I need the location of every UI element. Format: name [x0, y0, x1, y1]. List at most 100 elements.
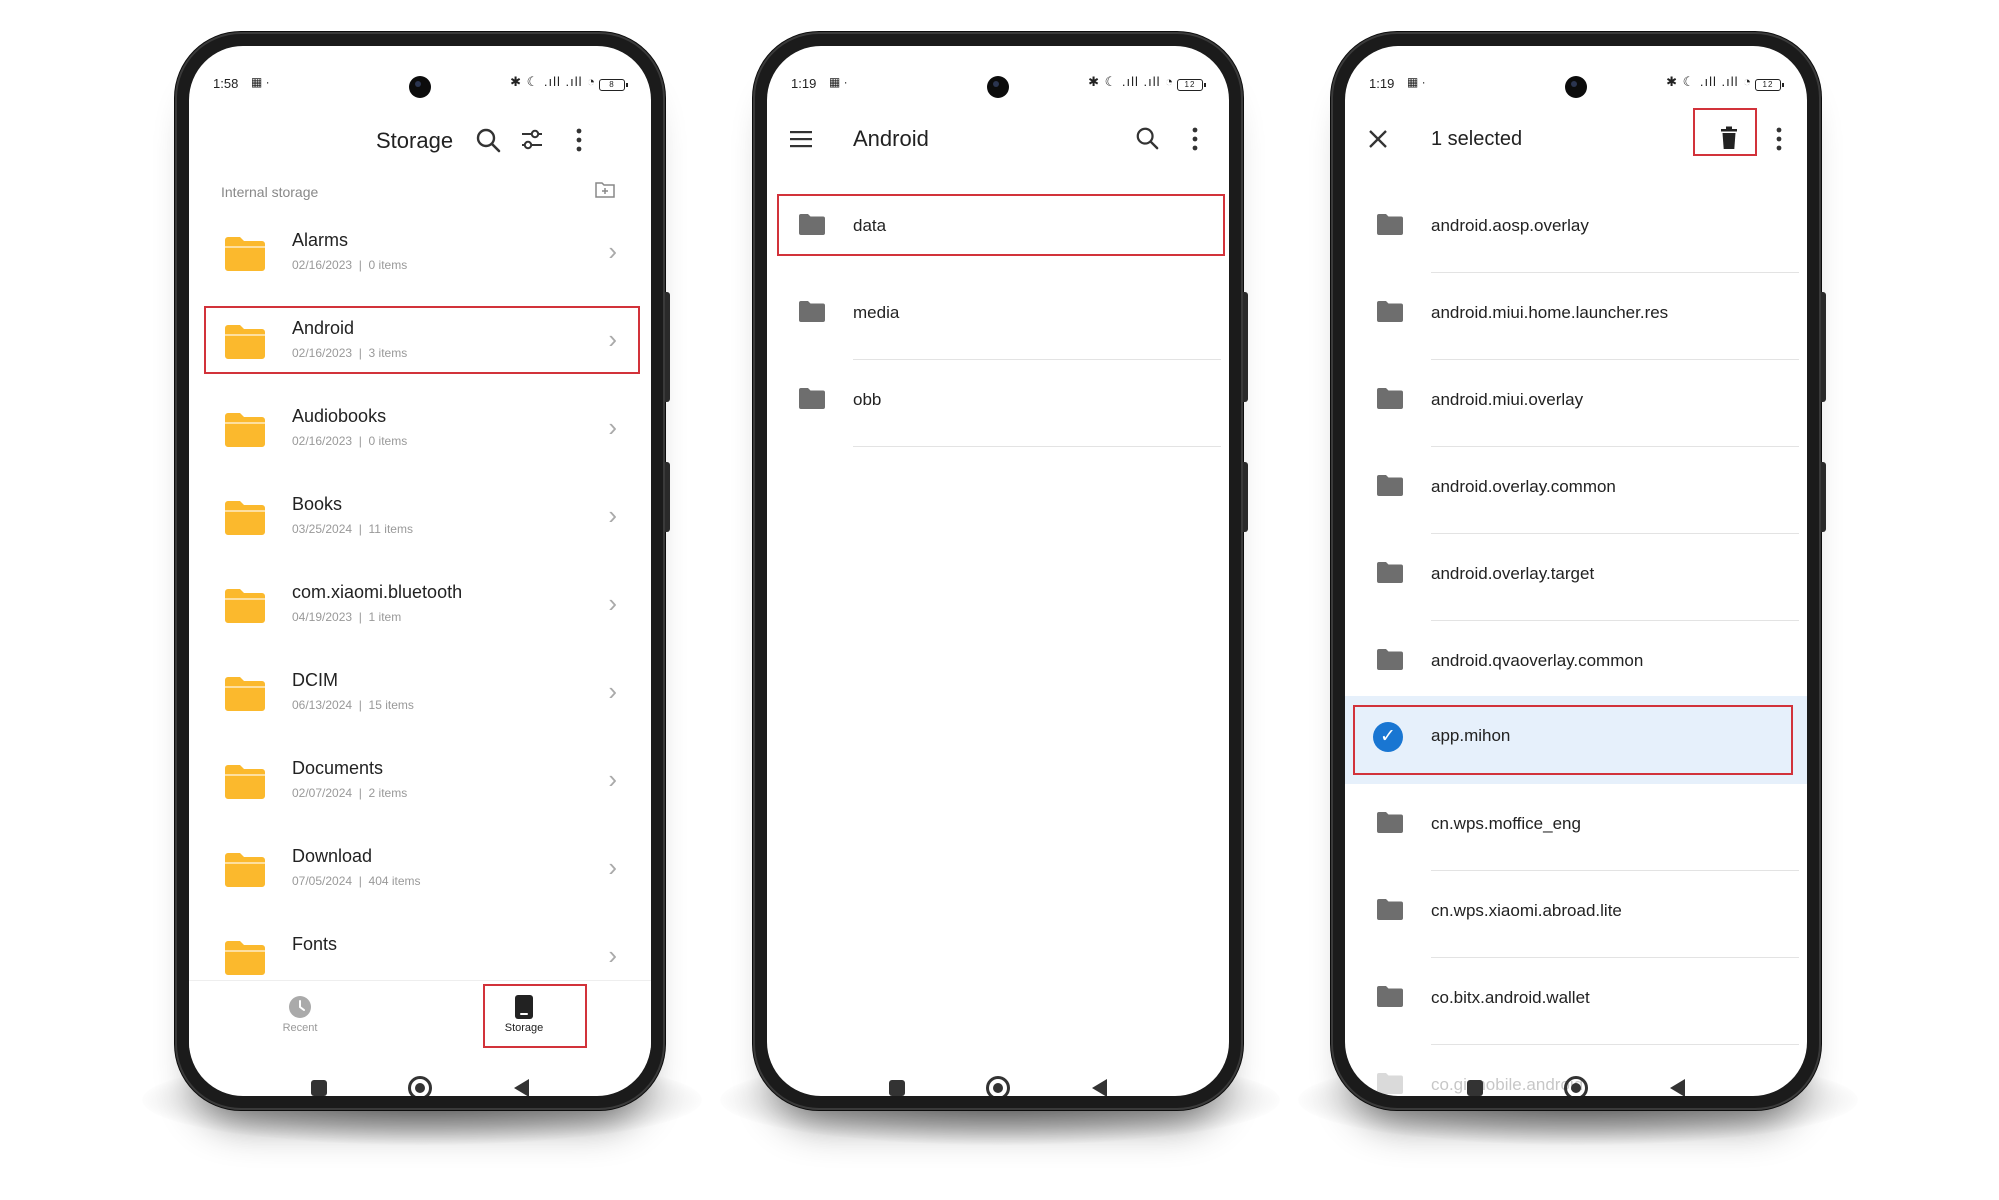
back-button[interactable]: [1670, 1079, 1685, 1096]
chevron-right-icon: ›: [608, 852, 617, 882]
folder-meta: 02/16/2023 | 0 items: [292, 434, 408, 448]
folder-meta: 04/19/2023 | 1 item: [292, 610, 402, 624]
more-options-icon[interactable]: [1775, 126, 1783, 157]
recents-button[interactable]: [1467, 1080, 1483, 1096]
close-icon[interactable]: [1367, 128, 1389, 155]
chevron-right-icon: ›: [608, 500, 617, 530]
folder-name: android.miui.overlay: [1431, 390, 1584, 409]
front-camera: [1565, 76, 1587, 98]
folder-row-com-xiaomi-bluetooth[interactable]: com.xiaomi.bluetooth 04/19/2023 | 1 item…: [189, 564, 651, 652]
app-header: Android: [767, 112, 1229, 168]
hamburger-menu-icon[interactable]: [789, 128, 813, 155]
back-button[interactable]: [1092, 1079, 1107, 1096]
home-button[interactable]: [986, 1076, 1010, 1096]
folder-row-download[interactable]: Download 07/05/2024 | 404 items ›: [189, 828, 651, 916]
app-header: Storage: [189, 112, 651, 168]
highlight-data-row: [777, 194, 1225, 256]
battery-icon: 12: [1177, 79, 1206, 91]
folder-name: obb: [853, 390, 882, 409]
highlight-android-row: [204, 306, 640, 374]
folder-row-media[interactable]: media: [767, 273, 1229, 360]
chevron-right-icon: ›: [608, 940, 617, 970]
phone-data-folder-selection: 1:19 ▦ · ✱ ☾ .ıll .ıll ◔ 12 1 selected an…: [1331, 32, 1826, 1110]
home-button[interactable]: [1564, 1076, 1588, 1096]
recents-button[interactable]: [311, 1080, 327, 1096]
folder-icon: [799, 388, 825, 409]
status-icons: ✱ ☾ .ıll .ıll ◔ 8: [510, 74, 628, 91]
folder-row-audiobooks[interactable]: Audiobooks 02/16/2023 | 0 items ›: [189, 388, 651, 476]
folder-name: Alarms: [292, 230, 349, 250]
folder-row[interactable]: cn.wps.moffice_eng: [1345, 784, 1807, 871]
folder-name: Audiobooks: [292, 406, 387, 426]
clock-icon: [289, 996, 311, 1018]
folder-name: android.overlay.common: [1431, 477, 1616, 496]
nav-recent[interactable]: Recent: [255, 995, 345, 1034]
status-icons: ✱ ☾ .ıll .ıll ◔ 12: [1088, 74, 1206, 91]
folder-row-dcim[interactable]: DCIM 06/13/2024 | 15 items ›: [189, 652, 651, 740]
folder-icon: [225, 765, 265, 799]
screen-data-folder: 1:19 ▦ · ✱ ☾ .ıll .ıll ◔ 12 1 selected an…: [1345, 46, 1807, 1096]
folder-meta: 06/13/2024 | 15 items: [292, 698, 414, 712]
more-options-icon[interactable]: [1191, 126, 1199, 157]
system-nav-bar: [189, 1068, 651, 1096]
search-icon[interactable]: [475, 127, 501, 158]
notification-icons: ▦ ·: [1407, 75, 1426, 89]
folder-meta: 02/07/2024 | 2 items: [292, 786, 408, 800]
home-button[interactable]: [408, 1076, 432, 1096]
screen-storage: 1:58 ▦ · ✱ ☾ .ıll .ıll ◔ 8 Storage Intern…: [189, 46, 651, 1096]
front-camera: [409, 76, 431, 98]
phone-android-folder: 1:19 ▦ · ✱ ☾ .ıll .ıll ◔ 12 Android data …: [753, 32, 1248, 1110]
folder-icon: [1377, 214, 1403, 235]
row-divider: [853, 446, 1221, 447]
folder-icon: [225, 237, 265, 271]
folder-name: android.aosp.overlay: [1431, 216, 1589, 235]
folder-name: cn.wps.moffice_eng: [1431, 814, 1581, 833]
folder-icon: [225, 589, 265, 623]
folder-row[interactable]: android.miui.overlay: [1345, 360, 1807, 447]
folder-row-alarms[interactable]: Alarms 02/16/2023 | 0 items ›: [189, 212, 651, 300]
folder-icon: [1377, 986, 1403, 1007]
battery-icon: 8: [599, 79, 628, 91]
more-options-icon[interactable]: [575, 127, 583, 158]
folder-row[interactable]: android.qvaoverlay.common: [1345, 621, 1807, 708]
folder-icon: [1377, 475, 1403, 496]
new-folder-icon[interactable]: [595, 180, 615, 203]
search-icon[interactable]: [1135, 126, 1159, 155]
folder-icon: [225, 853, 265, 887]
folder-icon: [1377, 301, 1403, 322]
nav-recent-label: Recent: [282, 1022, 318, 1034]
folder-row[interactable]: android.miui.home.launcher.res: [1345, 273, 1807, 360]
system-nav-bar: [767, 1068, 1229, 1096]
page-title: Android: [853, 126, 929, 151]
battery-icon: 12: [1755, 79, 1784, 91]
chevron-right-icon: ›: [608, 764, 617, 794]
highlight-delete-button: [1693, 108, 1757, 156]
chevron-right-icon: ›: [608, 236, 617, 266]
folder-meta: 02/16/2023 | 0 items: [292, 258, 408, 272]
chevron-right-icon: ›: [608, 588, 617, 618]
status-time: 1:58: [213, 76, 239, 91]
front-camera: [987, 76, 1009, 98]
folder-icon: [1377, 812, 1403, 833]
recents-button[interactable]: [889, 1080, 905, 1096]
folder-name: cn.wps.xiaomi.abroad.lite: [1431, 901, 1622, 920]
folder-icon: [225, 677, 265, 711]
folder-row[interactable]: android.overlay.target: [1345, 534, 1807, 621]
folder-meta: 07/05/2024 | 404 items: [292, 874, 421, 888]
folder-row[interactable]: cn.wps.xiaomi.abroad.lite: [1345, 871, 1807, 958]
folder-icon: [225, 941, 265, 975]
folder-row[interactable]: co.bitx.android.wallet: [1345, 958, 1807, 1045]
folder-row-books[interactable]: Books 03/25/2024 | 11 items ›: [189, 476, 651, 564]
back-button[interactable]: [514, 1079, 529, 1096]
filter-sliders-icon[interactable]: [519, 127, 545, 158]
notification-icons: ▦ ·: [251, 75, 270, 89]
folder-name: com.xiaomi.bluetooth: [292, 582, 463, 602]
folder-row[interactable]: android.aosp.overlay: [1345, 186, 1807, 273]
folder-row-documents[interactable]: Documents 02/07/2024 | 2 items ›: [189, 740, 651, 828]
folder-icon: [1377, 562, 1403, 583]
folder-icon: [1377, 388, 1403, 409]
folder-row[interactable]: android.overlay.common: [1345, 447, 1807, 534]
folder-name: Fonts: [292, 934, 338, 954]
folder-row-obb[interactable]: obb: [767, 360, 1229, 447]
folder-icon: [1377, 899, 1403, 920]
